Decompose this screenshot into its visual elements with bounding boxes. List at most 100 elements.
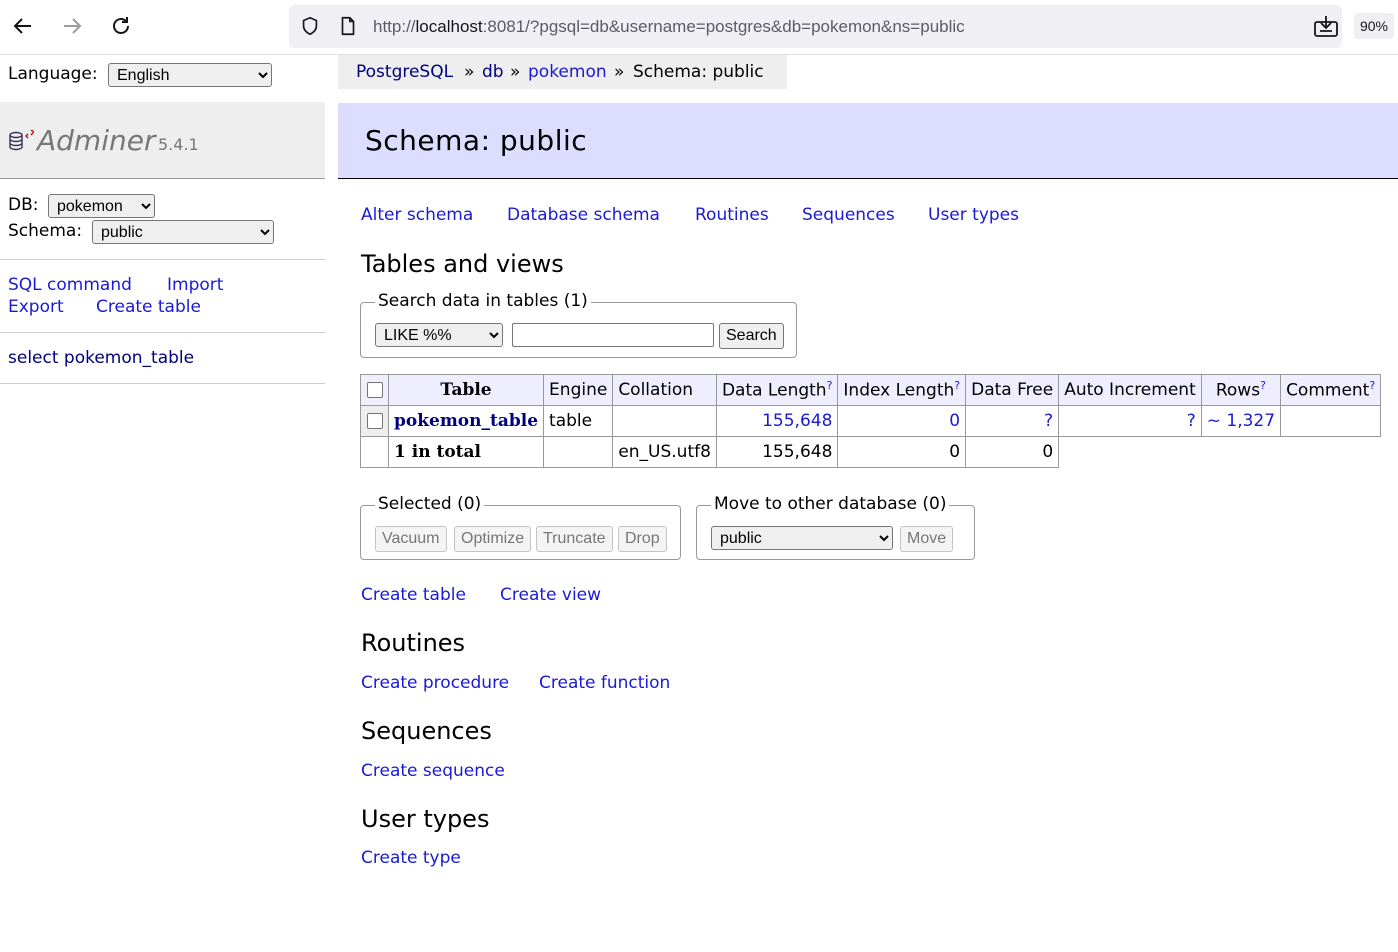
reload-button[interactable] — [107, 12, 135, 40]
col-comment[interactable]: Comment? — [1280, 374, 1382, 406]
search-tables-box: Search data in tables (1) LIKE %% Search — [360, 291, 797, 358]
sequences-link[interactable]: Sequences — [802, 205, 895, 225]
index-length-cell: 0 — [837, 405, 967, 437]
search-button[interactable]: Search — [719, 323, 784, 349]
schema-label: Schema: — [8, 221, 83, 241]
col-engine[interactable]: Engine — [543, 374, 614, 406]
data-length-cell: 155,648 — [715, 405, 839, 437]
search-operator-select[interactable]: LIKE %% — [375, 323, 503, 347]
total-collation: en_US.utf8 — [612, 436, 717, 468]
col-rows[interactable]: Rows? — [1200, 374, 1282, 406]
divider — [0, 259, 325, 260]
logo-area: Adminer 5.4.1 — [0, 102, 325, 179]
comment-cell — [1280, 405, 1382, 437]
breadcrumb-separator: » — [464, 62, 475, 82]
page-heading: Schema: public — [338, 103, 1398, 179]
breadcrumb-pokemon[interactable]: pokemon — [528, 62, 607, 82]
truncate-button[interactable]: Truncate — [536, 526, 613, 552]
selected-actions-box: Selected (0) Vacuum Optimize Truncate Dr… — [360, 494, 681, 560]
search-input[interactable] — [512, 323, 714, 347]
sql-command-link[interactable]: SQL command — [8, 275, 132, 295]
optimize-button[interactable]: Optimize — [454, 526, 532, 552]
create-function-link[interactable]: Create function — [539, 673, 670, 693]
col-index-length[interactable]: Index Length? — [837, 374, 967, 406]
breadcrumb-db[interactable]: db — [482, 62, 504, 82]
help-icon[interactable]: ? — [827, 379, 833, 392]
download-icon[interactable] — [1313, 14, 1339, 38]
breadcrumb-current: Schema: public — [633, 62, 764, 82]
url-bar[interactable]: http://localhost:8081/?pgsql=db&username… — [289, 5, 1342, 48]
total-row: 1 in total en_US.utf8 155,648 0 0 — [360, 436, 1381, 468]
routines-link[interactable]: Routines — [695, 205, 769, 225]
arrow-right-icon — [64, 18, 82, 34]
target-database-select[interactable]: public — [711, 526, 893, 550]
divider — [0, 383, 325, 384]
col-data-length[interactable]: Data Length? — [715, 374, 839, 406]
select-all-cell — [360, 374, 389, 406]
auto-increment-link[interactable]: ? — [1187, 411, 1196, 431]
user-types-link[interactable]: User types — [928, 205, 1019, 225]
help-icon[interactable]: ? — [1260, 379, 1266, 392]
total-label: 1 in total — [387, 436, 545, 468]
back-button[interactable] — [9, 12, 37, 40]
database-icon — [9, 129, 34, 151]
breadcrumb: PostgreSQL » db » pokemon » Schema: publ… — [338, 55, 787, 89]
url-text[interactable]: http://localhost:8081/?pgsql=db&username… — [373, 17, 965, 37]
breadcrumb-postgresql[interactable]: PostgreSQL — [356, 62, 453, 82]
rows-cell: ~ 1,327 — [1200, 405, 1282, 437]
sequences-section-title: Sequences — [361, 717, 492, 745]
table-name-link[interactable]: pokemon_table — [394, 411, 538, 431]
auto-increment-cell: ? — [1058, 405, 1202, 437]
drop-button[interactable]: Drop — [618, 526, 667, 552]
sidebar-table-pokemon[interactable]: select pokemon_table — [8, 348, 194, 368]
move-button[interactable]: Move — [900, 526, 954, 552]
shield-icon[interactable] — [299, 15, 321, 37]
language-label: Language: — [8, 64, 98, 84]
move-database-box: Move to other database (0) public Move — [696, 494, 975, 560]
db-select[interactable]: pokemon — [48, 194, 155, 218]
total-data-length: 155,648 — [715, 436, 839, 468]
help-icon[interactable]: ? — [954, 379, 960, 392]
row-check-cell — [360, 405, 389, 437]
page-title: Schema: public — [365, 124, 588, 157]
total-engine-cell — [543, 436, 614, 468]
routines-section-title: Routines — [361, 629, 466, 657]
create-table-link-main[interactable]: Create table — [361, 585, 466, 605]
zoom-level[interactable]: 90% — [1354, 13, 1394, 39]
vacuum-button[interactable]: Vacuum — [375, 526, 447, 552]
database-schema-link[interactable]: Database schema — [507, 205, 660, 225]
alter-schema-link[interactable]: Alter schema — [361, 205, 473, 225]
table-name-cell: pokemon_table — [387, 405, 545, 437]
col-auto-increment[interactable]: Auto Increment — [1058, 374, 1202, 406]
select-all-checkbox[interactable] — [366, 382, 383, 398]
move-legend: Move to other database (0) — [711, 494, 950, 514]
browser-toolbar: http://localhost:8081/?pgsql=db&username… — [0, 0, 1398, 55]
import-link[interactable]: Import — [167, 275, 223, 295]
total-data-free: 0 — [965, 436, 1060, 468]
create-table-link[interactable]: Create table — [96, 297, 201, 317]
db-label: DB: — [8, 195, 39, 215]
data-free-cell: ? — [965, 405, 1060, 437]
app-name[interactable]: Adminer — [37, 124, 155, 157]
col-table[interactable]: Table — [387, 374, 545, 406]
create-procedure-link[interactable]: Create procedure — [361, 673, 509, 693]
search-tables-legend: Search data in tables (1) — [375, 291, 591, 311]
user-types-section-title: User types — [361, 805, 490, 833]
index-length-link[interactable]: 0 — [949, 411, 960, 431]
rows-link[interactable]: ~ 1,327 — [1207, 411, 1275, 431]
export-link[interactable]: Export — [8, 297, 64, 317]
schema-select[interactable]: public — [92, 220, 274, 244]
language-select[interactable]: English — [108, 63, 272, 87]
arrow-left-icon — [13, 18, 31, 34]
row-checkbox[interactable] — [366, 413, 383, 429]
total-check-cell — [360, 436, 389, 468]
data-length-link[interactable]: 155,648 — [762, 411, 832, 431]
create-sequence-link[interactable]: Create sequence — [361, 761, 505, 781]
create-type-link[interactable]: Create type — [361, 848, 461, 868]
col-collation[interactable]: Collation — [612, 374, 717, 406]
help-icon[interactable]: ? — [1369, 379, 1375, 392]
forward-button[interactable] — [58, 12, 86, 40]
create-view-link[interactable]: Create view — [500, 585, 601, 605]
data-free-link[interactable]: ? — [1044, 411, 1053, 431]
col-data-free[interactable]: Data Free — [965, 374, 1060, 406]
